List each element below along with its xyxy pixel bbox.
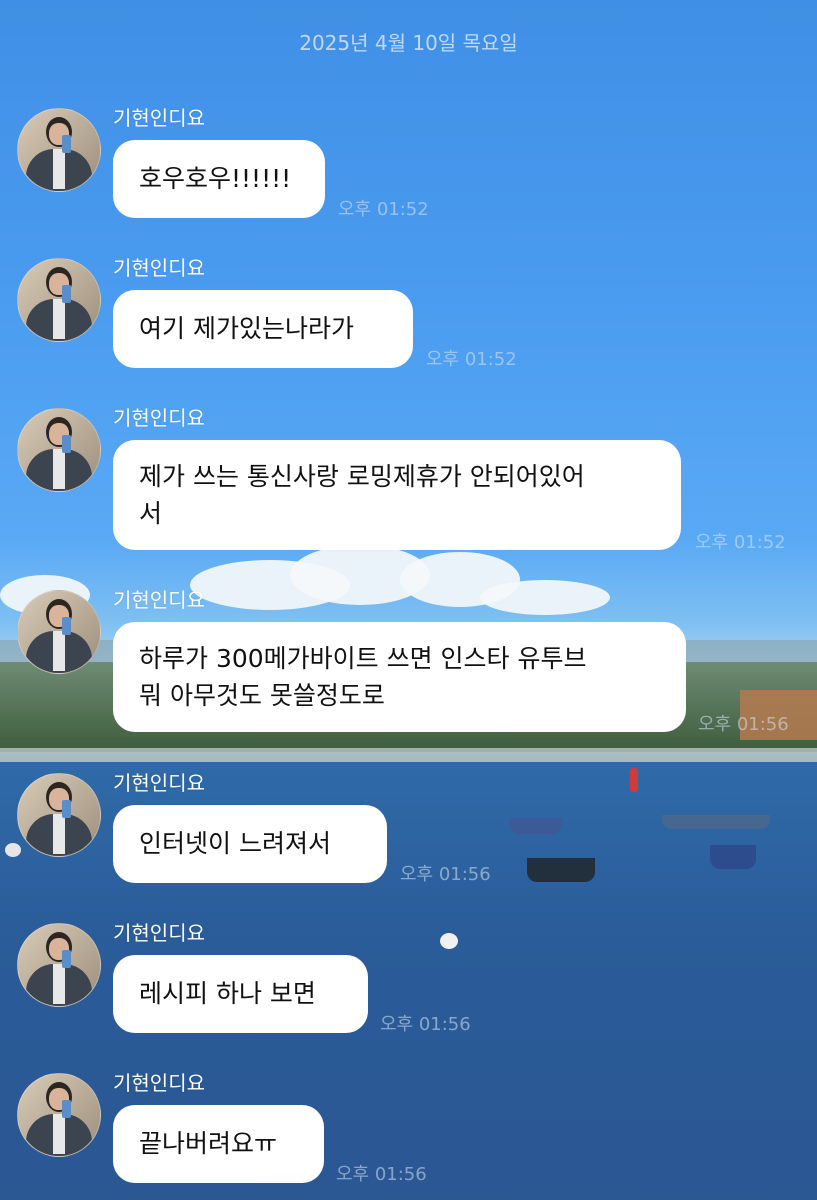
sender-name: 기현인디요 (113, 1071, 205, 1095)
sender-name: 기현인디요 (113, 106, 205, 130)
avatar[interactable] (17, 773, 101, 857)
avatar[interactable] (17, 1073, 101, 1157)
message-bubble[interactable]: 하루가 300메가바이트 쓰면 인스타 유투브 뭐 아무것도 못쓸정도로 (113, 622, 686, 732)
message-time: 오후 01:56 (400, 864, 491, 885)
avatar[interactable] (17, 590, 101, 674)
sender-name: 기현인디요 (113, 256, 205, 280)
message-bubble[interactable]: 레시피 하나 보면 (113, 955, 368, 1033)
sender-name: 기현인디요 (113, 921, 205, 945)
sender-name: 기현인디요 (113, 588, 205, 612)
avatar[interactable] (17, 408, 101, 492)
message-time: 오후 01:56 (698, 714, 789, 735)
message-time: 오후 01:52 (695, 532, 786, 553)
message-time: 오후 01:56 (380, 1014, 471, 1035)
message-time: 오후 01:52 (426, 349, 517, 370)
avatar[interactable] (17, 923, 101, 1007)
sender-name: 기현인디요 (113, 771, 205, 795)
avatar[interactable] (17, 258, 101, 342)
message-bubble[interactable]: 제가 쓰는 통신사랑 로밍제휴가 안되어있어 서 (113, 440, 681, 550)
sender-name: 기현인디요 (113, 406, 205, 430)
date-header: 2025년 4월 10일 목요일 (299, 31, 518, 55)
message-bubble[interactable]: 호우호우!!!!!! (113, 140, 325, 218)
message-time: 오후 01:56 (336, 1164, 427, 1185)
message-bubble[interactable]: 인터넷이 느려져서 (113, 805, 387, 883)
message-time: 오후 01:52 (338, 199, 429, 220)
message-bubble[interactable]: 여기 제가있는나라가 (113, 290, 413, 368)
message-bubble[interactable]: 끝나버려요ㅠ (113, 1105, 324, 1183)
avatar[interactable] (17, 108, 101, 192)
